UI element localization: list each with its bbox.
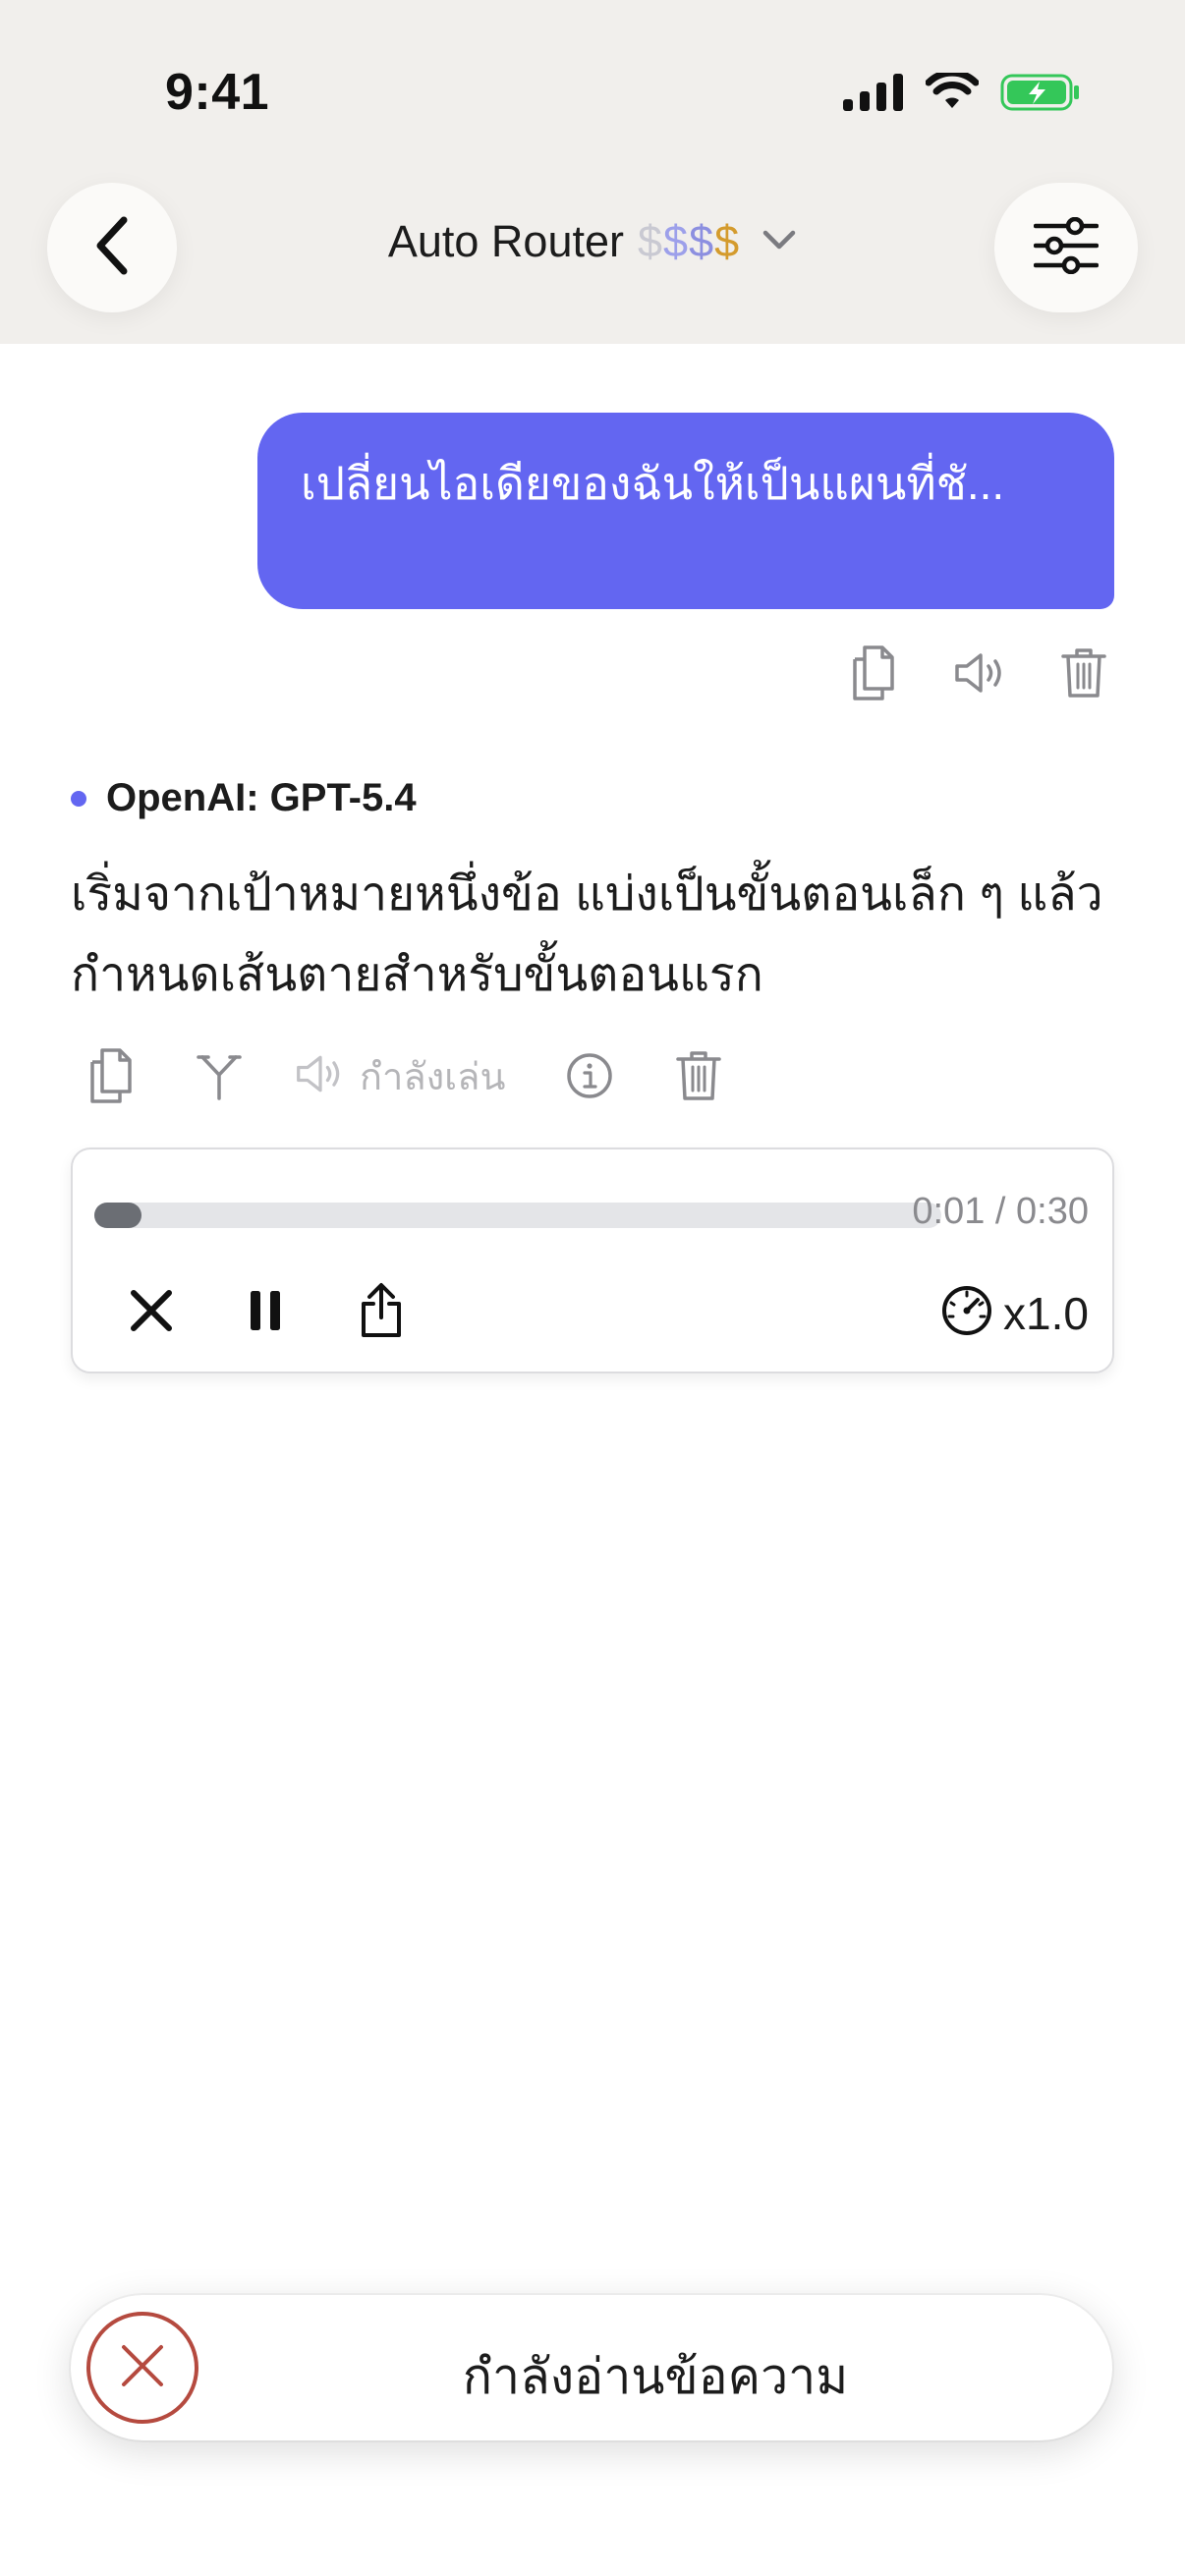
speed-button[interactable] (935, 1277, 998, 1348)
close-icon (118, 2341, 167, 2395)
wifi-icon (925, 69, 980, 117)
audio-player: 0:01 / 0:30 x1.0 (71, 1148, 1114, 1373)
model-dot (71, 790, 86, 807)
pause-icon (248, 1289, 283, 1337)
header-area: 9:41 Auto Router $$$$ (0, 0, 1185, 344)
branch-icon[interactable] (197, 1051, 242, 1100)
chat-screen: 9:41 Auto Router $$$$ เปลี่ยนไอเดียของฉั… (0, 0, 1185, 2576)
model-name: OpenAI: GPT-5.4 (106, 776, 417, 819)
close-player-button[interactable] (116, 1277, 187, 1348)
page-title: Auto Router (387, 216, 624, 266)
pause-button[interactable] (230, 1277, 301, 1348)
copy-icon[interactable] (849, 644, 900, 707)
close-icon (129, 1288, 174, 1338)
battery-icon (1000, 73, 1081, 117)
chevron-down-icon (762, 228, 797, 256)
speed-label[interactable]: x1.0 (1003, 1287, 1089, 1340)
info-icon[interactable] (566, 1052, 613, 1099)
audio-progress-bar[interactable] (94, 1203, 941, 1228)
signal-icon (843, 74, 904, 116)
price-dollar-2: $ (663, 216, 690, 266)
user-message-bubble[interactable]: เปลี่ยนไอเดียของฉันให้เป็นแผนที่ชั... (257, 413, 1114, 609)
user-message-actions (849, 644, 1106, 707)
stop-reading-button[interactable] (86, 2312, 198, 2424)
assistant-message-text: เริ่มจากเป้าหมายหนึ่งข้อ แบ่งเป็นขั้นตอน… (71, 855, 1132, 1016)
copy-icon[interactable] (86, 1046, 138, 1105)
speaker-icon[interactable] (953, 651, 1008, 700)
share-button[interactable] (346, 1277, 417, 1348)
settings-button[interactable] (994, 183, 1138, 312)
audio-progress-fill (94, 1203, 142, 1228)
speaker-icon (295, 1052, 346, 1100)
price-tier: $$$$ (638, 216, 740, 267)
assistant-text-line: กำหนดเส้นตายสำหรับขั้นตอนแรก (71, 949, 763, 1001)
trash-icon[interactable] (1061, 646, 1106, 704)
assistant-message-actions: กำลังเล่น (86, 1046, 722, 1106)
assistant-model-label: OpenAI: GPT-5.4 (71, 776, 417, 820)
playing-label: กำลังเล่น (360, 1056, 506, 1098)
price-dollar-1: $ (638, 216, 664, 266)
speaker-button[interactable]: กำลังเล่น (295, 1046, 505, 1106)
price-dollar-4: $ (714, 216, 741, 266)
status-icons (843, 69, 1081, 117)
audio-time-readout: 0:01 / 0:30 (912, 1191, 1089, 1232)
reading-status-label: กำลังอ่านข้อความ (462, 2349, 849, 2404)
trash-icon[interactable] (676, 1049, 722, 1102)
speedometer-icon (940, 1284, 993, 1342)
price-dollar-3: $ (689, 216, 715, 266)
status-time: 9:41 (165, 64, 270, 121)
sliders-icon (1033, 216, 1100, 279)
reading-status-bar: กำลังอ่านข้อความ (71, 2295, 1112, 2440)
share-icon (358, 1282, 405, 1344)
assistant-text-line: เริ่มจากเป้าหมายหนึ่งข้อ แบ่งเป็นขั้นตอน… (71, 868, 1103, 921)
